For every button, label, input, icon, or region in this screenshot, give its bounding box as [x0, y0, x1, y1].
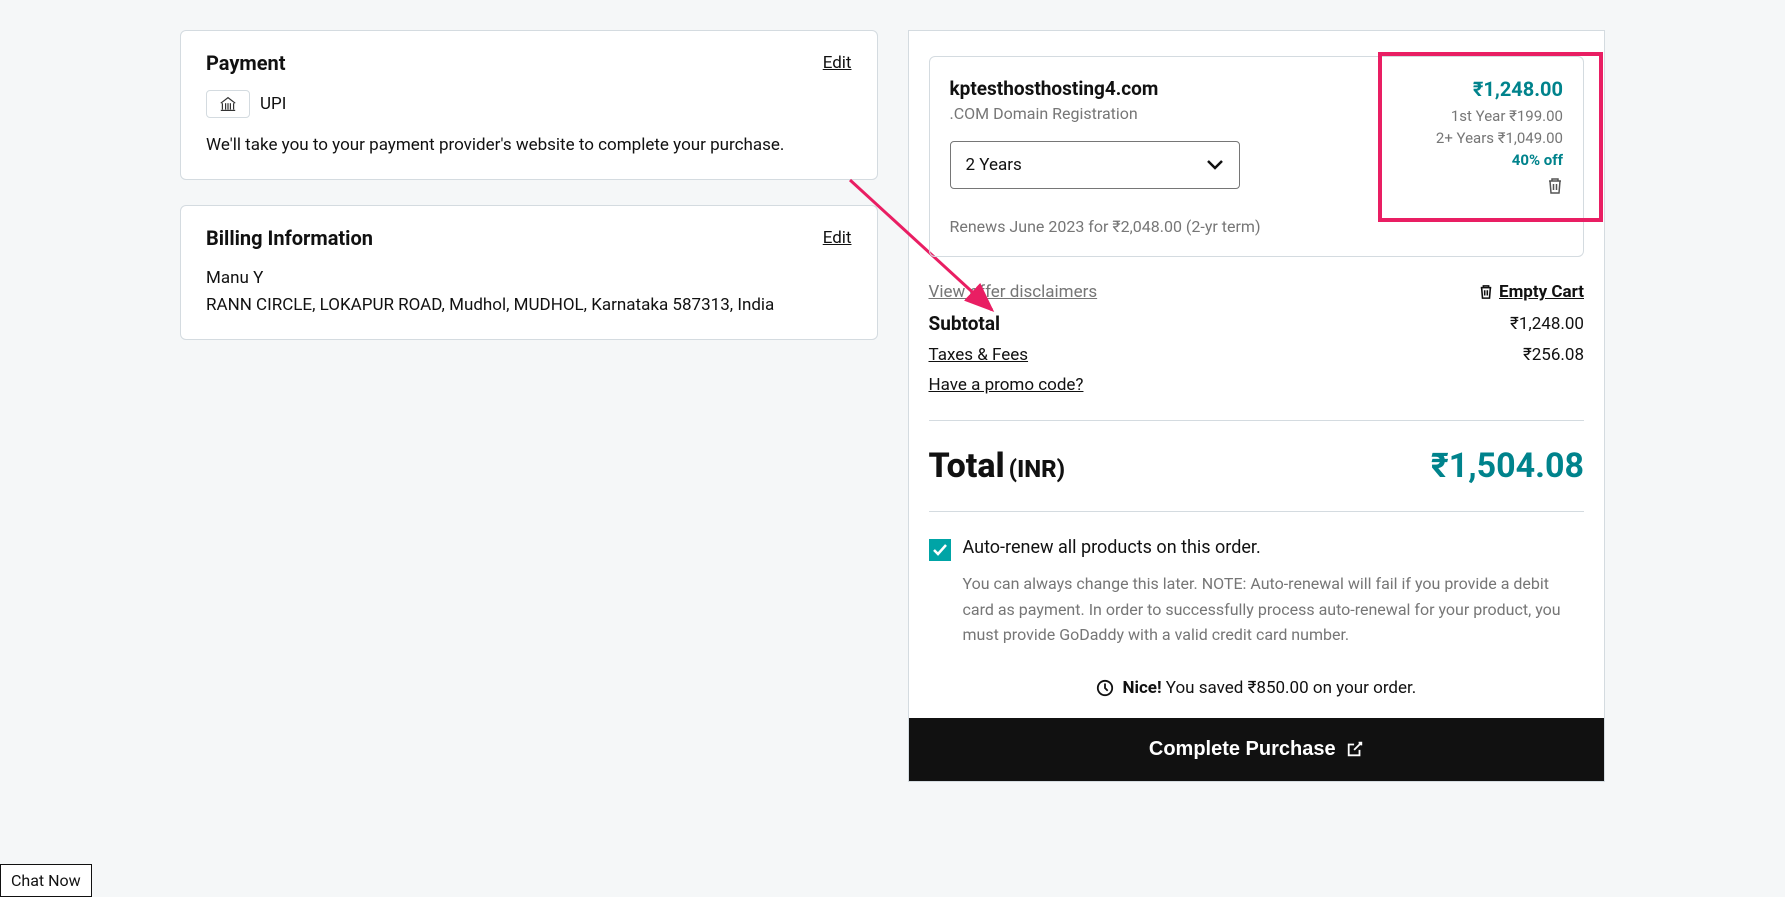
billing-name: Manu Y	[206, 265, 852, 292]
payment-edit-link[interactable]: Edit	[823, 53, 852, 73]
promo-code-link[interactable]: Have a promo code?	[929, 375, 1084, 395]
divider	[929, 511, 1585, 512]
trash-icon	[1479, 284, 1493, 300]
payment-title: Payment	[206, 51, 286, 75]
billing-title: Billing Information	[206, 226, 373, 250]
view-disclaimers-link[interactable]: View offer disclaimers	[929, 282, 1098, 302]
billing-card: Billing Information Edit Manu Y RANN CIR…	[180, 205, 878, 340]
empty-cart-button[interactable]: Empty Cart	[1479, 282, 1584, 302]
chevron-down-icon	[1206, 159, 1224, 171]
autorenew-checkbox[interactable]	[929, 539, 951, 561]
product-name: kptesthosthosting4.com	[950, 77, 1240, 100]
divider	[929, 420, 1585, 421]
autorenew-note: You can always change this later. NOTE: …	[963, 571, 1585, 648]
autorenew-label: Auto-renew all products on this order.	[963, 537, 1261, 558]
billing-address: RANN CIRCLE, LOKAPUR ROAD, Mudhol, MUDHO…	[206, 292, 852, 319]
product-renews-text: Renews June 2023 for ₹2,048.00 (2-yr ter…	[950, 217, 1564, 236]
term-select[interactable]: 2 Years	[950, 141, 1240, 189]
product-price: ₹1,248.00	[1436, 77, 1563, 101]
product-box: kptesthosthosting4.com .COM Domain Regis…	[929, 56, 1585, 257]
clock-icon	[1096, 679, 1114, 697]
taxes-fees-link[interactable]: Taxes & Fees	[929, 345, 1029, 365]
total-label: Total	[929, 446, 1005, 486]
order-summary-card: kptesthosthosting4.com .COM Domain Regis…	[908, 30, 1606, 782]
trash-icon	[1547, 177, 1563, 195]
empty-cart-label: Empty Cart	[1499, 282, 1584, 302]
term-select-value: 2 Years	[966, 155, 1022, 175]
chat-now-button[interactable]: Chat Now	[0, 864, 92, 897]
complete-purchase-label: Complete Purchase	[1149, 738, 1336, 761]
product-discount: 40% off	[1436, 151, 1563, 169]
remove-product-button[interactable]	[1547, 177, 1563, 195]
total-currency: (INR)	[1009, 455, 1065, 483]
product-year2plus-price: 2+ Years ₹1,049.00	[1436, 129, 1563, 147]
nice-bold: Nice!	[1122, 678, 1161, 698]
complete-purchase-button[interactable]: Complete Purchase	[909, 718, 1605, 781]
total-value: ₹1,504.08	[1431, 446, 1584, 486]
check-icon	[932, 543, 948, 557]
nice-text: You saved ₹850.00 on your order.	[1162, 678, 1417, 698]
subtotal-value: ₹1,248.00	[1510, 314, 1584, 334]
upi-icon	[206, 90, 250, 118]
payment-card: Payment Edit UPI We'll tak	[180, 30, 878, 180]
savings-message: Nice! You saved ₹850.00 on your order.	[929, 678, 1585, 698]
payment-description: We'll take you to your payment provider'…	[206, 133, 852, 159]
product-subtitle: .COM Domain Registration	[950, 104, 1240, 123]
subtotal-label: Subtotal	[929, 312, 1001, 335]
product-year1-price: 1st Year ₹199.00	[1436, 107, 1563, 125]
external-link-icon	[1346, 740, 1364, 758]
billing-edit-link[interactable]: Edit	[823, 228, 852, 248]
payment-method-label: UPI	[260, 94, 286, 114]
taxes-value: ₹256.08	[1523, 345, 1584, 365]
